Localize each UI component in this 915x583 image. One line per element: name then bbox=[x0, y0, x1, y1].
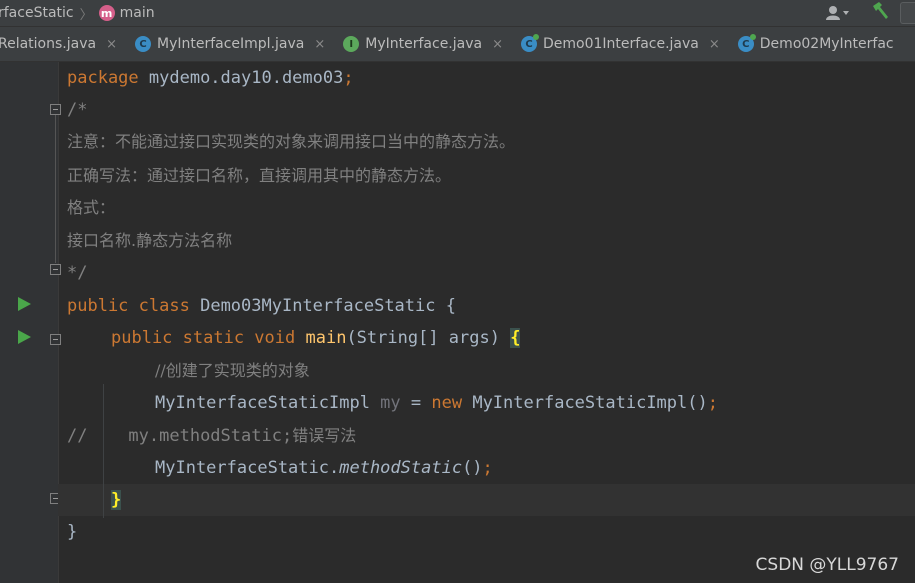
line-number: 0 bbox=[0, 350, 4, 382]
fold-line bbox=[55, 115, 56, 263]
close-icon[interactable]: × bbox=[106, 37, 117, 52]
class-icon: C bbox=[134, 36, 151, 52]
line-number: 4 bbox=[0, 158, 4, 190]
line-number: 1 bbox=[0, 382, 4, 414]
code-line: MyInterfaceStatic.methodStatic(); bbox=[155, 458, 493, 478]
runnable-class-icon: C bbox=[737, 34, 756, 52]
tab-label: Demo02MyInterfac bbox=[759, 36, 894, 52]
close-icon[interactable]: × bbox=[709, 37, 720, 52]
line-number: 9 bbox=[0, 318, 4, 350]
current-line-highlight bbox=[58, 484, 915, 516]
watermark: CSDN @YLL9767 bbox=[755, 555, 899, 575]
tab-demo01interface[interactable]: C Demo01Interface.java × bbox=[511, 27, 728, 61]
tab-demo02myinterface[interactable]: C Demo02MyInterfac bbox=[728, 27, 902, 61]
code-line: } bbox=[67, 522, 78, 542]
run-main-icon[interactable] bbox=[18, 330, 31, 344]
line-number: 5 bbox=[0, 190, 4, 222]
code-line: 注意：不能通过接口实现类的对象来调用接口当中的静态方法。 bbox=[67, 132, 516, 151]
line-number: 8 bbox=[0, 286, 4, 318]
tab-label: Relations.java bbox=[0, 36, 97, 52]
code-line: 接口名称.静态方法名称 bbox=[67, 231, 233, 250]
editor-tabs: Relations.java × C MyInterfaceImpl.java … bbox=[0, 27, 915, 62]
breadcrumb: rfaceStatic 〉 m main bbox=[0, 0, 915, 27]
code-line: //创建了实现类的对象 bbox=[155, 361, 310, 380]
runnable-class-icon: C bbox=[521, 34, 539, 52]
code-line: /* bbox=[67, 100, 88, 120]
line-number: 7 bbox=[0, 254, 4, 286]
toolbar bbox=[826, 0, 915, 26]
line-number: 1 bbox=[0, 62, 4, 94]
line-number: 2 bbox=[0, 94, 4, 126]
tab-label: MyInterface.java bbox=[365, 36, 483, 52]
breadcrumb-separator: 〉 bbox=[79, 7, 93, 23]
line-number: 6 bbox=[0, 542, 4, 574]
code-line: package mydemo.day10.demo03; bbox=[67, 68, 354, 88]
tab-label: Demo01Interface.java bbox=[543, 36, 699, 52]
hammer-icon[interactable] bbox=[870, 1, 890, 26]
user-icon[interactable] bbox=[826, 5, 850, 21]
line-number: 4 bbox=[0, 478, 4, 510]
close-icon[interactable]: × bbox=[314, 37, 325, 52]
code-editor[interactable]: package mydemo.day10.demo03; /* 注意：不能通过接… bbox=[58, 62, 915, 583]
editor-gutter: 1 2 3 4 5 6 7 8 9 0 1 2 3 4 5 6 bbox=[0, 62, 61, 583]
code-line: 格式： bbox=[67, 198, 116, 217]
line-number: 2 bbox=[0, 414, 4, 446]
breadcrumb-method[interactable]: main bbox=[120, 5, 155, 21]
breadcrumb-class[interactable]: rfaceStatic bbox=[0, 5, 74, 21]
tab-myinterface[interactable]: I MyInterface.java × bbox=[333, 27, 511, 61]
code-line: } bbox=[111, 490, 122, 510]
tab-relations[interactable]: Relations.java × bbox=[0, 27, 125, 61]
run-class-icon[interactable] bbox=[18, 297, 31, 311]
line-number: 5 bbox=[0, 510, 4, 542]
line-number: 6 bbox=[0, 222, 4, 254]
toolbar-overflow-button[interactable] bbox=[900, 2, 915, 24]
tab-label: MyInterfaceImpl.java bbox=[156, 36, 305, 52]
code-line: MyInterfaceStaticImpl my = new MyInterfa… bbox=[155, 393, 718, 413]
tab-myinterfaceimpl[interactable]: C MyInterfaceImpl.java × bbox=[125, 27, 333, 61]
code-line: 正确写法：通过接口名称，直接调用其中的静态方法。 bbox=[67, 166, 452, 185]
code-line: */ bbox=[67, 263, 88, 283]
code-line: // my.methodStatic;错误写法 bbox=[67, 426, 357, 446]
close-icon[interactable]: × bbox=[492, 37, 503, 52]
line-number: 3 bbox=[0, 126, 4, 158]
code-line: public class Demo03MyInterfaceStatic { bbox=[67, 296, 456, 316]
code-line: public static void main(String[] args) { bbox=[111, 328, 521, 348]
line-number: 3 bbox=[0, 446, 4, 478]
interface-icon: I bbox=[343, 36, 360, 52]
method-icon: m bbox=[98, 5, 115, 21]
